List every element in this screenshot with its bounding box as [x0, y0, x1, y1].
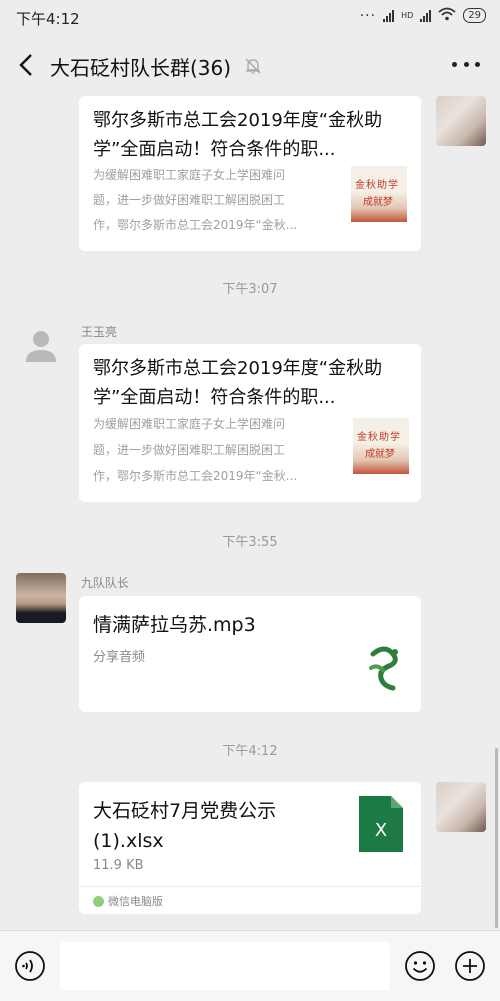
music-subtitle: 分享音频: [93, 650, 146, 665]
more-options-button[interactable]: [452, 62, 480, 70]
bell-off-icon: [243, 56, 263, 76]
chat-header: 大石砭村队长群(36): [0, 34, 500, 98]
article-card-2[interactable]: 鄂尔多斯市总工会2019年度“金秋助学”全面启动！符合条件的职... 为缓解困难…: [79, 344, 421, 502]
wechat-pc-icon: [93, 895, 104, 907]
default-avatar[interactable]: [16, 322, 66, 372]
hd-label: HD: [401, 11, 414, 20]
article-desc-line: 作，鄂尔多斯市总工会2019年“金秋...: [93, 469, 298, 483]
thumbnail-text: 成就梦: [363, 197, 393, 208]
file-card-divider: [79, 886, 421, 887]
plus-button[interactable]: [454, 950, 486, 982]
my-avatar[interactable]: [436, 96, 486, 146]
signal-icon: [383, 9, 395, 22]
time-separator: 下午3:55: [222, 535, 278, 550]
back-button[interactable]: [14, 52, 40, 78]
article-desc-line: 题，进一步做好困难职工解困脱困工: [93, 443, 286, 457]
thumbnail-text: 金秋助学: [355, 180, 399, 191]
file-title: 大石砭村7月党费公示 (1).xlsx: [93, 796, 333, 856]
article-thumbnail: 金秋助学 成就梦: [351, 166, 407, 222]
chat-title: 大石砭村队长群(36): [50, 56, 232, 80]
file-title-line: 大石砭村7月党费公示: [93, 800, 277, 822]
status-time: 下午4:12: [16, 10, 80, 28]
excel-file-icon: X: [359, 796, 403, 852]
status-bar: 下午4:12 ··· HD 29: [0, 0, 500, 34]
excel-badge-text: X: [374, 820, 388, 841]
scrollbar[interactable]: [495, 748, 498, 928]
input-bar: [0, 930, 500, 1001]
time-separator: 下午3:07: [222, 282, 278, 297]
article-card-1[interactable]: 鄂尔多斯市总工会2019年度“金秋助学”全面启动！符合条件的职... 为缓解困难…: [79, 96, 421, 251]
thumbnail-text: 成就梦: [365, 449, 395, 460]
message-input[interactable]: [60, 942, 390, 990]
person-icon: [26, 331, 56, 362]
sender-name: 九队队长: [81, 576, 130, 590]
battery-icon: 29: [463, 8, 486, 23]
time-separator: 下午4:12: [222, 744, 278, 759]
file-footer: 微信电脑版: [93, 893, 163, 909]
sender-name: 王玉亮: [81, 325, 118, 339]
status-icons: ··· HD 29: [360, 7, 486, 24]
plus-icon: [455, 951, 485, 981]
article-desc-line: 题，进一步做好困难职工解困脱困工: [93, 193, 286, 207]
dots-icon: ···: [359, 7, 377, 24]
wifi-icon: [438, 7, 456, 24]
file-size: 11.9 KB: [93, 858, 144, 873]
music-card[interactable]: 情满萨拉乌苏.mp3 分享音频: [79, 596, 421, 712]
sender-avatar[interactable]: [16, 573, 66, 623]
emoji-button[interactable]: [404, 950, 436, 982]
article-title-1: 鄂尔多斯市总工会2019年度“金秋助学”全面启动！符合条件的职...: [93, 110, 383, 160]
file-source: 微信电脑版: [108, 895, 163, 908]
chevron-left-icon: [19, 54, 32, 76]
file-card[interactable]: 大石砭村7月党费公示 (1).xlsx 11.9 KB X 微信电脑版: [79, 782, 421, 914]
article-desc-line: 为缓解困难职工家庭子女上学困难问: [93, 168, 286, 182]
article-desc-line: 为缓解困难职工家庭子女上学困难问: [93, 417, 286, 431]
music-title: 情满萨拉乌苏.mp3: [93, 614, 256, 636]
my-avatar[interactable]: [436, 782, 486, 832]
music-app-icon: [359, 644, 407, 696]
file-title-line: (1).xlsx: [93, 830, 164, 852]
emoji-icon: [405, 951, 435, 981]
signal-icon-2: [420, 9, 432, 22]
voice-button[interactable]: [14, 950, 46, 982]
article-desc-line: 作，鄂尔多斯市总工会2019年“金秋...: [93, 218, 298, 232]
article-thumbnail: 金秋助学 成就梦: [353, 418, 409, 474]
article-title-2: 鄂尔多斯市总工会2019年度“金秋助学”全面启动！符合条件的职...: [93, 358, 383, 408]
voice-icon: [15, 951, 45, 981]
thumbnail-text: 金秋助学: [357, 432, 401, 443]
